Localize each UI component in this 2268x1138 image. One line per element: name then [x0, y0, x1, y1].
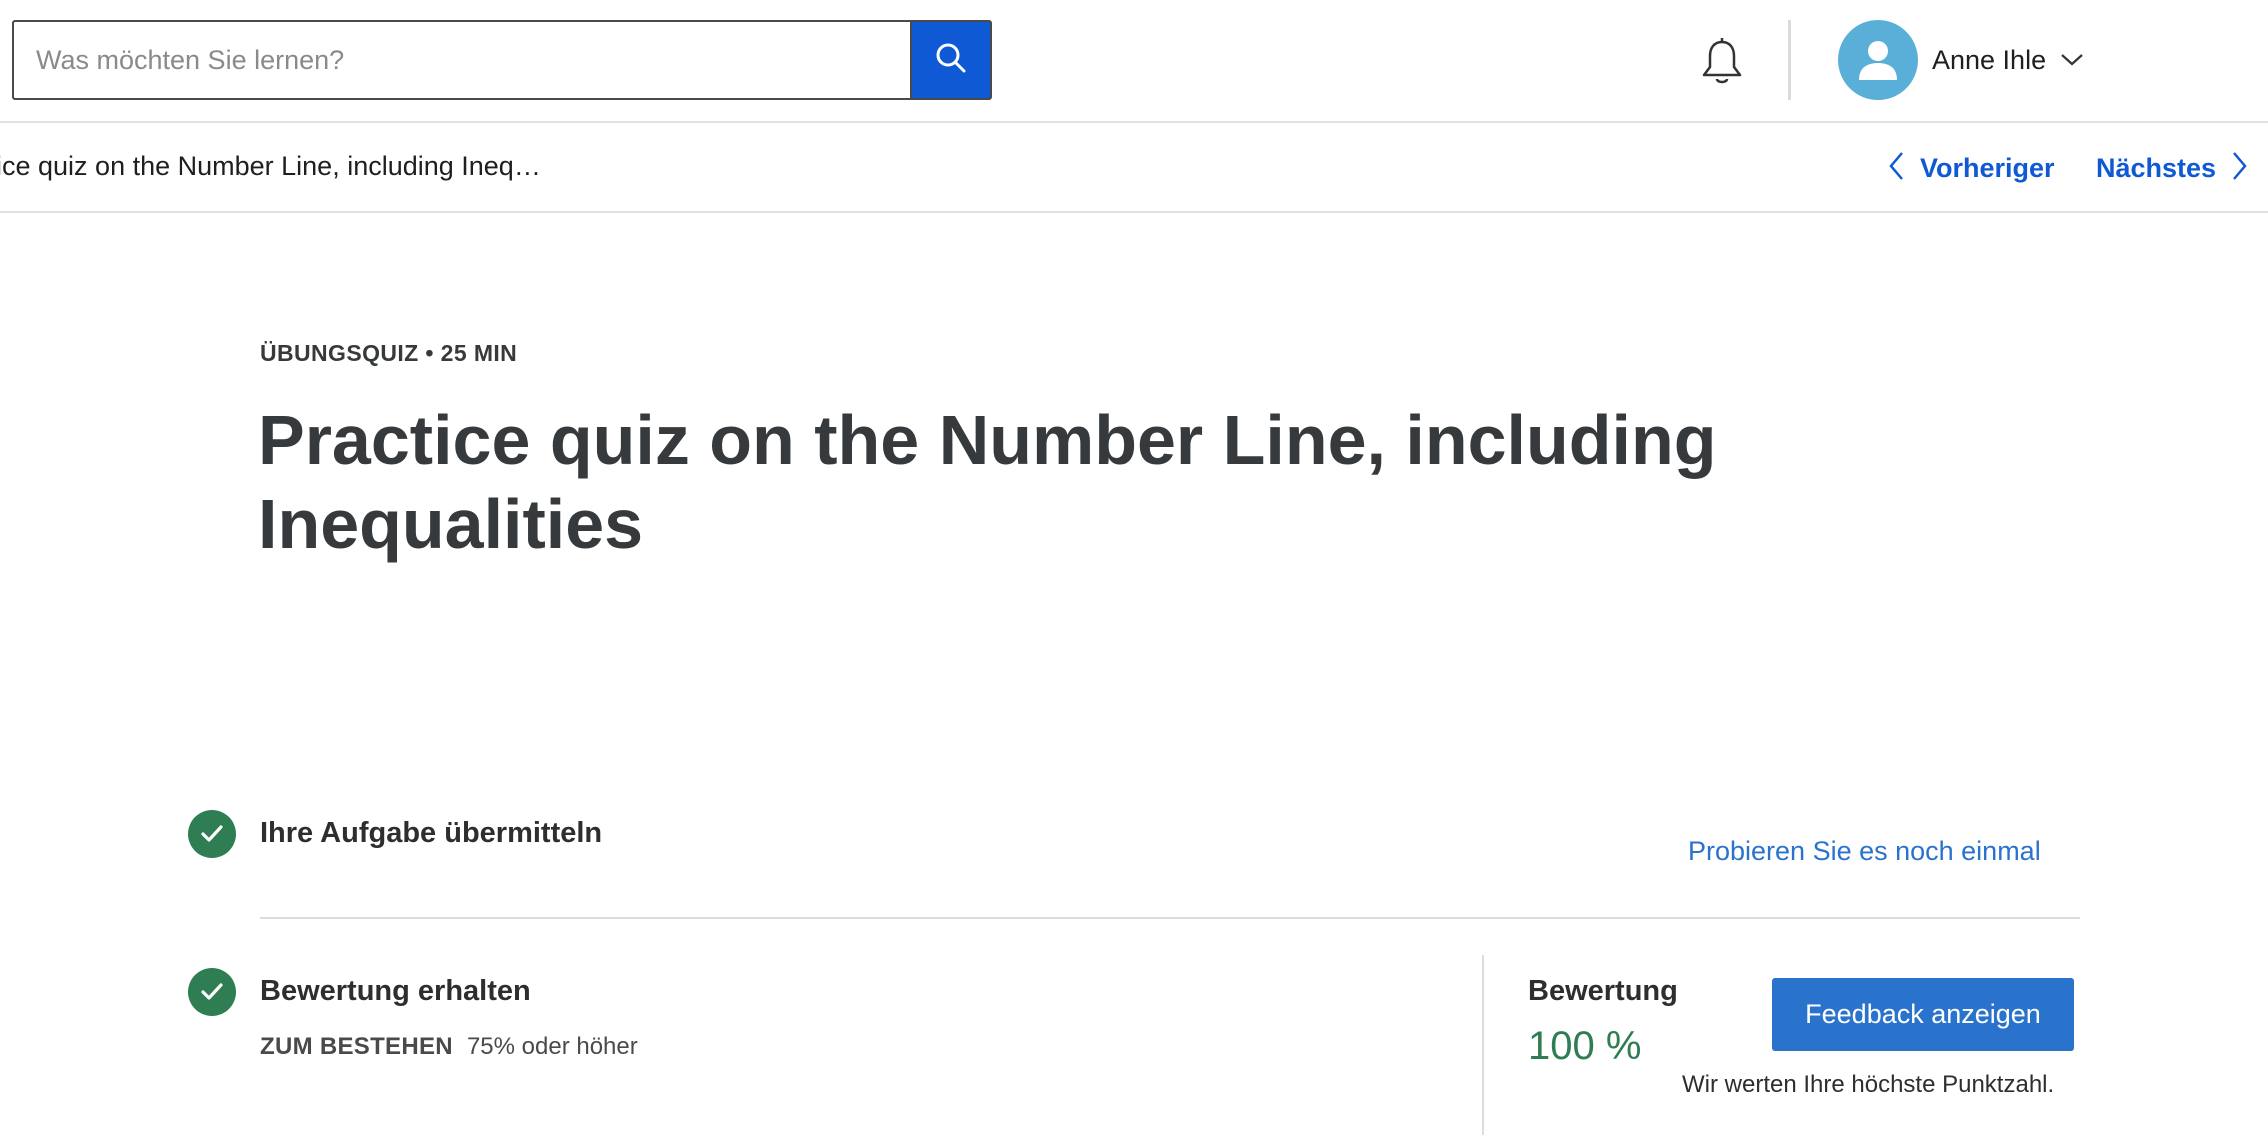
- header-divider: [1788, 20, 1791, 100]
- step-submit-label: Ihre Aufgabe übermitteln: [260, 817, 603, 849]
- check-circle-icon: [188, 968, 236, 1016]
- grade-note: Wir werten Ihre höchste Punktzahl.: [1682, 1071, 2055, 1098]
- chevron-right-icon: [2232, 151, 2248, 186]
- passing-label: ZUM BESTEHEN: [260, 1033, 453, 1060]
- page-title: Practice quiz on the Number Line, includ…: [258, 401, 1717, 563]
- search-input[interactable]: [12, 20, 912, 100]
- bell-icon: [1696, 36, 1748, 93]
- item-navigation-bar: ice quiz on the Number Line, including I…: [0, 123, 2268, 213]
- search-button[interactable]: [910, 20, 992, 100]
- search-icon: [933, 40, 969, 81]
- check-circle-icon: [188, 810, 236, 858]
- next-label: Nächstes: [2096, 152, 2217, 183]
- grade-value: 100 %: [1528, 1024, 1642, 1068]
- passing-value: 75% oder höher: [466, 1033, 638, 1060]
- user-avatar-icon: [1838, 20, 1918, 100]
- passing-requirement: ZUM BESTEHEN 75% oder höher: [260, 1033, 638, 1061]
- breadcrumb: ice quiz on the Number Line, including I…: [0, 151, 541, 181]
- previous-button[interactable]: Vorheriger: [1888, 145, 2055, 191]
- notifications-button[interactable]: [1694, 36, 1750, 92]
- grade-divider: [1482, 955, 1484, 1135]
- user-name: Anne Ihle: [1932, 44, 2047, 75]
- retry-link[interactable]: Probieren Sie es noch einmal: [1688, 836, 2041, 867]
- item-type-duration: ÜBUNGSQUIZ • 25 MIN: [260, 340, 518, 366]
- view-feedback-button[interactable]: Feedback anzeigen: [1772, 978, 2074, 1051]
- user-menu[interactable]: Anne Ihle: [1838, 20, 2084, 100]
- chevron-down-icon: [2060, 53, 2084, 67]
- previous-label: Vorheriger: [1920, 152, 2055, 183]
- chevron-left-icon: [1888, 151, 1904, 186]
- grade-label: Bewertung: [1528, 975, 1678, 1007]
- top-header: Anne Ihle: [0, 0, 2268, 123]
- step-divider: [260, 917, 2080, 919]
- step-grade-label: Bewertung erhalten: [260, 975, 531, 1007]
- next-button[interactable]: Nächstes: [2096, 145, 2248, 191]
